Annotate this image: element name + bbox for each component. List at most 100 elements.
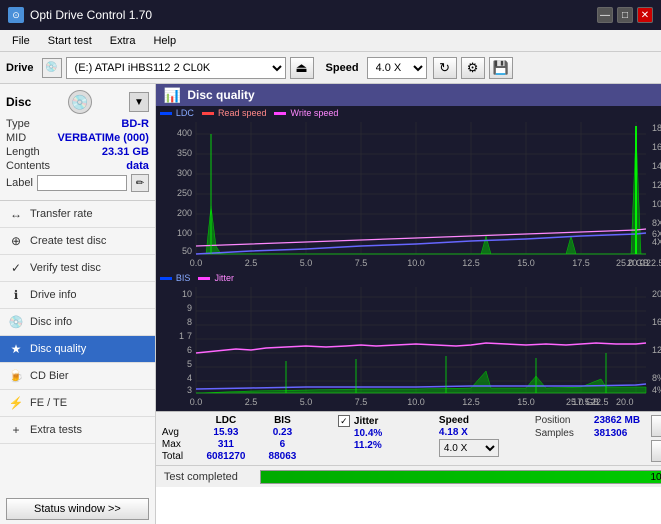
svg-text:10.0: 10.0 bbox=[407, 397, 425, 407]
nav-create-test-disc[interactable]: ⊕ Create test disc bbox=[0, 228, 155, 255]
svg-text:2.5: 2.5 bbox=[245, 258, 258, 268]
content-area: 📊 Disc quality LDC Read speed Write spee… bbox=[156, 84, 661, 524]
disc-icon: 💿 bbox=[68, 90, 92, 114]
avg-bis-val: 0.23 bbox=[260, 427, 305, 438]
type-label: Type bbox=[6, 118, 30, 130]
read-speed-legend-label: Read speed bbox=[218, 108, 267, 118]
drive-info-icon: ℹ bbox=[8, 287, 24, 303]
length-value: 23.31 GB bbox=[102, 146, 149, 158]
write-speed-legend-label: Write speed bbox=[290, 108, 338, 118]
svg-text:12.5: 12.5 bbox=[462, 258, 480, 268]
nav-fe-te[interactable]: ⚡ FE / TE bbox=[0, 390, 155, 417]
svg-text:20%: 20% bbox=[652, 289, 661, 299]
svg-text:10.0: 10.0 bbox=[407, 258, 425, 268]
menu-bar: File Start test Extra Help bbox=[0, 30, 661, 52]
contents-value: data bbox=[126, 160, 149, 172]
maximize-button[interactable]: □ bbox=[617, 7, 633, 23]
nav-transfer-rate[interactable]: ↔ Transfer rate bbox=[0, 201, 155, 228]
menu-extra[interactable]: Extra bbox=[102, 33, 144, 49]
svg-text:6: 6 bbox=[187, 345, 192, 355]
nav-extra-tests[interactable]: + Extra tests bbox=[0, 417, 155, 444]
speed-label: Speed bbox=[326, 62, 359, 74]
svg-text:200: 200 bbox=[177, 208, 192, 218]
total-ldc-val: 6081270 bbox=[196, 451, 256, 462]
svg-text:7.5: 7.5 bbox=[355, 258, 368, 268]
nav-disc-info[interactable]: 💿 Disc info bbox=[0, 309, 155, 336]
max-jitter-val: 11.2% bbox=[338, 440, 433, 451]
nav-verify-test-disc-label: Verify test disc bbox=[30, 262, 101, 274]
label-edit-button[interactable]: ✏ bbox=[131, 174, 149, 192]
avg-speed-val: 4.18 X bbox=[439, 427, 468, 438]
disc-section-title: Disc bbox=[6, 95, 31, 109]
svg-text:20.0: 20.0 bbox=[616, 397, 634, 407]
svg-text:8X: 8X bbox=[652, 218, 661, 228]
close-button[interactable]: ✕ bbox=[637, 7, 653, 23]
disc-contents-row: Contents data bbox=[6, 160, 149, 172]
status-window-button[interactable]: Status window >> bbox=[6, 498, 149, 520]
menu-file[interactable]: File bbox=[4, 33, 38, 49]
main-layout: Disc 💿 ▼ Type BD-R MID VERBATIMe (000) L… bbox=[0, 84, 661, 524]
ldc-legend-label: LDC bbox=[176, 108, 194, 118]
cd-bier-icon: 🍺 bbox=[8, 368, 24, 384]
svg-text:250: 250 bbox=[177, 188, 192, 198]
start-part-button[interactable]: Start part bbox=[651, 440, 661, 462]
menu-start-test[interactable]: Start test bbox=[40, 33, 100, 49]
nav-cd-bier-label: CD Bier bbox=[30, 370, 69, 382]
nav-cd-bier[interactable]: 🍺 CD Bier bbox=[0, 363, 155, 390]
nav-disc-info-label: Disc info bbox=[30, 316, 72, 328]
svg-text:17.5: 17.5 bbox=[572, 258, 590, 268]
svg-text:15.0: 15.0 bbox=[517, 397, 535, 407]
svg-text:4: 4 bbox=[187, 373, 192, 383]
app-icon: ⊙ bbox=[8, 7, 24, 23]
nav-verify-test-disc[interactable]: ✓ Verify test disc bbox=[0, 255, 155, 282]
top-chart: LDC Read speed Write speed bbox=[156, 106, 661, 271]
chart-header: 📊 Disc quality bbox=[156, 84, 661, 106]
refresh-button[interactable]: ↻ bbox=[433, 57, 457, 79]
title-bar: ⊙ Opti Drive Control 1.70 — □ ✕ bbox=[0, 0, 661, 30]
drive-toolbar: Drive 💿 (E:) ATAPI iHBS112 2 CL0K ⏏ Spee… bbox=[0, 52, 661, 84]
svg-text:50: 50 bbox=[182, 246, 192, 256]
disc-info-icon: 💿 bbox=[8, 314, 24, 330]
disc-option-button[interactable]: ▼ bbox=[129, 92, 149, 112]
svg-text:0.0: 0.0 bbox=[190, 258, 203, 268]
drive-icon: 💿 bbox=[42, 58, 62, 78]
svg-text:15.0: 15.0 bbox=[517, 258, 535, 268]
svg-text:3: 3 bbox=[187, 385, 192, 395]
max-bis-val: 6 bbox=[260, 439, 305, 450]
jitter-checkbox[interactable]: ✓ bbox=[338, 415, 350, 427]
nav-transfer-rate-label: Transfer rate bbox=[30, 208, 93, 220]
save-button[interactable]: 💾 bbox=[489, 57, 513, 79]
mid-value: VERBATIMe (000) bbox=[57, 132, 148, 144]
top-chart-svg: 400 350 300 250 200 100 50 18X 16X 14X 1… bbox=[156, 106, 661, 271]
svg-text:12%: 12% bbox=[652, 345, 661, 355]
disc-length-row: Length 23.31 GB bbox=[6, 146, 149, 158]
menu-help[interactable]: Help bbox=[145, 33, 184, 49]
drive-label: Drive bbox=[6, 62, 34, 74]
type-value: BD-R bbox=[121, 118, 149, 130]
settings-button[interactable]: ⚙ bbox=[461, 57, 485, 79]
minimize-button[interactable]: — bbox=[597, 7, 613, 23]
disc-section: Disc 💿 ▼ Type BD-R MID VERBATIMe (000) L… bbox=[0, 84, 155, 201]
nav-extra-tests-label: Extra tests bbox=[30, 424, 82, 436]
eject-button[interactable]: ⏏ bbox=[290, 57, 314, 79]
nav-create-test-disc-label: Create test disc bbox=[30, 235, 106, 247]
status-text: Test completed bbox=[156, 471, 256, 483]
label-label: Label bbox=[6, 177, 33, 189]
nav-disc-quality[interactable]: ★ Disc quality bbox=[0, 336, 155, 363]
svg-text:8: 8 bbox=[187, 317, 192, 327]
nav-fe-te-label: FE / TE bbox=[30, 397, 67, 409]
svg-text:8%: 8% bbox=[652, 373, 661, 383]
start-full-button[interactable]: Start full bbox=[651, 415, 661, 437]
disc-mid-row: MID VERBATIMe (000) bbox=[6, 132, 149, 144]
nav-drive-info[interactable]: ℹ Drive info bbox=[0, 282, 155, 309]
svg-text:350: 350 bbox=[177, 148, 192, 158]
speed-select[interactable]: 4.0 X bbox=[367, 57, 427, 79]
svg-text:12.5: 12.5 bbox=[462, 397, 480, 407]
drive-select[interactable]: (E:) ATAPI iHBS112 2 CL0K bbox=[66, 57, 286, 79]
position-label: Position bbox=[535, 415, 590, 426]
avg-jitter-val: 10.4% bbox=[338, 428, 433, 439]
speed-select-stats[interactable]: 4.0 X bbox=[439, 439, 499, 457]
svg-text:1: 1 bbox=[179, 331, 184, 341]
svg-text:7.5: 7.5 bbox=[355, 397, 368, 407]
label-input[interactable] bbox=[37, 175, 127, 191]
